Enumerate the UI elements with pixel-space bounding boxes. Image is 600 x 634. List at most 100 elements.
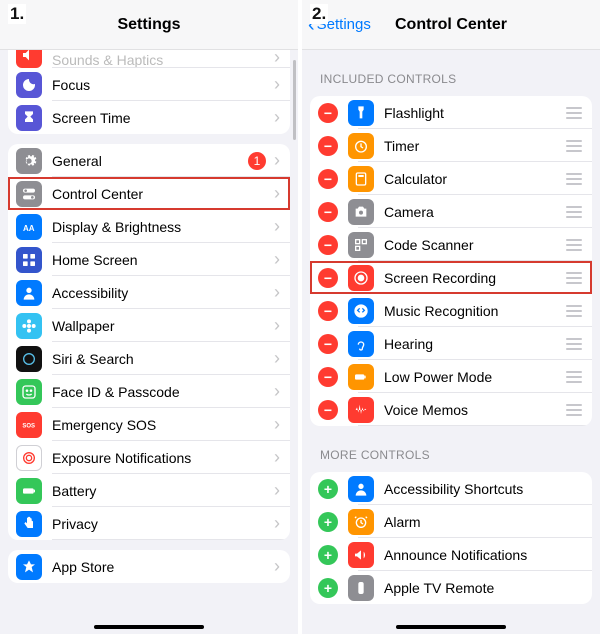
settings-row-app-store[interactable]: App Store› xyxy=(8,550,290,583)
chevron-right-icon: › xyxy=(274,556,280,577)
chevron-right-icon: › xyxy=(274,74,280,95)
remove-button[interactable]: − xyxy=(318,334,338,354)
control-row-voice-memos: − Voice Memos xyxy=(310,393,592,426)
settings-row-control-center[interactable]: Control Center› xyxy=(8,177,290,210)
control-row-apple-tv-remote: + Apple TV Remote xyxy=(310,571,592,604)
step-label-1: 1. xyxy=(8,4,26,24)
remove-button[interactable]: − xyxy=(318,367,338,387)
step-label-2: 2. xyxy=(310,4,328,24)
settings-row-siri-search[interactable]: Siri & Search› xyxy=(8,342,290,375)
settings-row-sounds-haptics[interactable]: Sounds & Haptics› xyxy=(8,50,290,68)
row-label: Face ID & Passcode xyxy=(52,384,270,400)
settings-row-focus[interactable]: Focus› xyxy=(8,68,290,101)
row-label: Control Center xyxy=(52,186,270,202)
control-row-alarm: +Alarm xyxy=(310,505,592,538)
row-label: Flashlight xyxy=(384,105,562,121)
remove-button[interactable]: − xyxy=(318,268,338,288)
settings-row-battery[interactable]: Battery› xyxy=(8,474,290,507)
control-row-camera: −Camera xyxy=(310,195,592,228)
control-row-music-recognition: − Music Recognition xyxy=(310,294,592,327)
home-indicator[interactable] xyxy=(396,625,506,629)
control-row-flashlight: − Flashlight xyxy=(310,96,592,129)
reorder-handle[interactable] xyxy=(566,107,582,119)
chevron-right-icon: › xyxy=(274,381,280,402)
remove-button[interactable]: − xyxy=(318,400,338,420)
settings-row-emergency-sos[interactable]: SOSEmergency SOS› xyxy=(8,408,290,441)
settings-row-display-brightness[interactable]: AADisplay & Brightness› xyxy=(8,210,290,243)
remove-button[interactable]: − xyxy=(318,103,338,123)
control-row-announce-notifications: +Announce Notifications xyxy=(310,538,592,571)
row-label: Privacy xyxy=(52,516,270,532)
row-label: Screen Recording xyxy=(384,270,562,286)
header: Settings xyxy=(0,0,298,50)
add-button[interactable]: + xyxy=(318,512,338,532)
scrollbar[interactable] xyxy=(293,60,296,140)
control-row-accessibility-shortcuts: + Accessibility Shortcuts xyxy=(310,472,592,505)
row-label: Calculator xyxy=(384,171,562,187)
control-row-code-scanner: −Code Scanner xyxy=(310,228,592,261)
row-label: General xyxy=(52,153,248,169)
remote-icon xyxy=(348,575,374,601)
add-button[interactable]: + xyxy=(318,545,338,565)
moon-icon xyxy=(16,72,42,98)
chevron-right-icon: › xyxy=(274,50,280,68)
reorder-handle[interactable] xyxy=(566,272,582,284)
row-label: Sounds & Haptics xyxy=(52,52,270,68)
row-label: App Store xyxy=(52,559,270,575)
reorder-handle[interactable] xyxy=(566,140,582,152)
timer-icon xyxy=(348,133,374,159)
row-label: Accessibility Shortcuts xyxy=(384,481,582,497)
chevron-right-icon: › xyxy=(274,249,280,270)
add-button[interactable]: + xyxy=(318,578,338,598)
row-label: Apple TV Remote xyxy=(384,580,582,596)
row-label: Accessibility xyxy=(52,285,270,301)
settings-row-screen-time[interactable]: Screen Time› xyxy=(8,101,290,134)
reorder-handle[interactable] xyxy=(566,338,582,350)
control-row-hearing: −Hearing xyxy=(310,327,592,360)
reorder-handle[interactable] xyxy=(566,404,582,416)
chevron-right-icon: › xyxy=(274,282,280,303)
home-indicator[interactable] xyxy=(94,625,204,629)
settings-row-accessibility[interactable]: Accessibility› xyxy=(8,276,290,309)
settings-row-general[interactable]: General1 › xyxy=(8,144,290,177)
remove-button[interactable]: − xyxy=(318,169,338,189)
gear-icon xyxy=(16,148,42,174)
chevron-right-icon: › xyxy=(274,348,280,369)
remove-button[interactable]: − xyxy=(318,235,338,255)
toggles-icon xyxy=(16,181,42,207)
control-row-screen-recording: − Screen Recording xyxy=(310,261,592,294)
siri-icon xyxy=(16,346,42,372)
settings-row-exposure-notifications[interactable]: Exposure Notifications› xyxy=(8,441,290,474)
add-button[interactable]: + xyxy=(318,479,338,499)
qr-icon xyxy=(348,232,374,258)
chevron-right-icon: › xyxy=(274,480,280,501)
remove-button[interactable]: − xyxy=(318,136,338,156)
chevron-right-icon: › xyxy=(274,513,280,534)
ear-icon xyxy=(348,331,374,357)
reorder-handle[interactable] xyxy=(566,206,582,218)
reorder-handle[interactable] xyxy=(566,305,582,317)
hourglass-icon xyxy=(16,105,42,131)
section-title-more: MORE CONTROLS xyxy=(320,448,582,462)
record-icon xyxy=(348,265,374,291)
notification-badge: 1 xyxy=(248,152,266,170)
chevron-right-icon: › xyxy=(274,150,280,171)
row-label: Voice Memos xyxy=(384,402,562,418)
settings-row-face-id-passcode[interactable]: Face ID & Passcode› xyxy=(8,375,290,408)
reorder-handle[interactable] xyxy=(566,173,582,185)
control-row-low-power-mode: −Low Power Mode xyxy=(310,360,592,393)
section-title-included: INCLUDED CONTROLS xyxy=(320,72,582,86)
reorder-handle[interactable] xyxy=(566,239,582,251)
remove-button[interactable]: − xyxy=(318,301,338,321)
battery-icon xyxy=(16,478,42,504)
settings-row-privacy[interactable]: Privacy› xyxy=(8,507,290,540)
settings-row-home-screen[interactable]: Home Screen› xyxy=(8,243,290,276)
alarm-icon xyxy=(348,509,374,535)
row-label: Exposure Notifications xyxy=(52,450,270,466)
settings-row-wallpaper[interactable]: Wallpaper› xyxy=(8,309,290,342)
reorder-handle[interactable] xyxy=(566,371,582,383)
remove-button[interactable]: − xyxy=(318,202,338,222)
calc-icon xyxy=(348,166,374,192)
svg-text:AA: AA xyxy=(23,224,35,233)
row-label: Music Recognition xyxy=(384,303,562,319)
